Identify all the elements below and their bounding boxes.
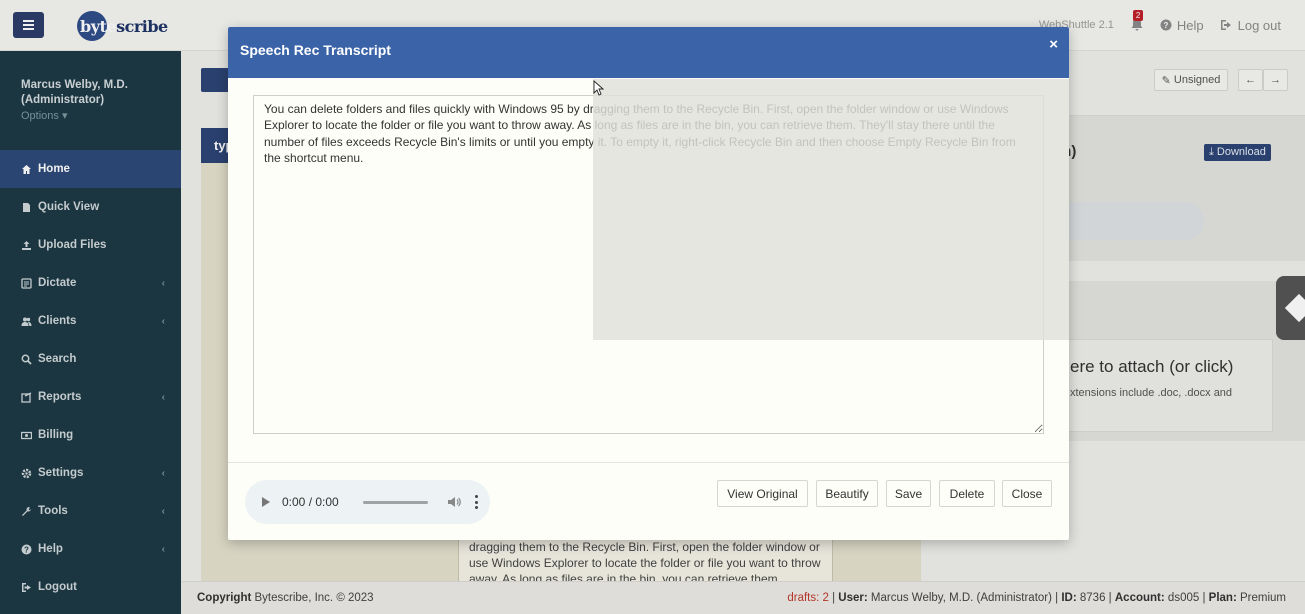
audio-progress-slider[interactable]: [362, 500, 428, 504]
beautify-button[interactable]: Beautify: [816, 480, 878, 507]
transcript-textarea[interactable]: You can delete folders and files quickly…: [253, 95, 1044, 434]
save-button[interactable]: Save: [886, 480, 931, 507]
play-icon[interactable]: [262, 497, 270, 507]
modal-header: Speech Rec Transcript ×: [228, 27, 1069, 78]
mouse-cursor-icon: [593, 80, 604, 96]
speech-rec-modal: Speech Rec Transcript × You can delete f…: [228, 27, 1069, 540]
delete-button[interactable]: Delete: [939, 480, 995, 507]
audio-player[interactable]: 0:00 / 0:00: [245, 480, 490, 524]
close-button[interactable]: Close: [1002, 480, 1052, 507]
more-options-icon[interactable]: [475, 495, 479, 509]
view-original-button[interactable]: View Original: [717, 480, 808, 507]
close-icon[interactable]: ×: [1049, 37, 1058, 53]
volume-icon[interactable]: [447, 495, 461, 509]
audio-time: 0:00 / 0:00: [282, 495, 339, 509]
modal-title: Speech Rec Transcript: [240, 42, 391, 58]
modal-footer-divider: [228, 462, 1069, 463]
